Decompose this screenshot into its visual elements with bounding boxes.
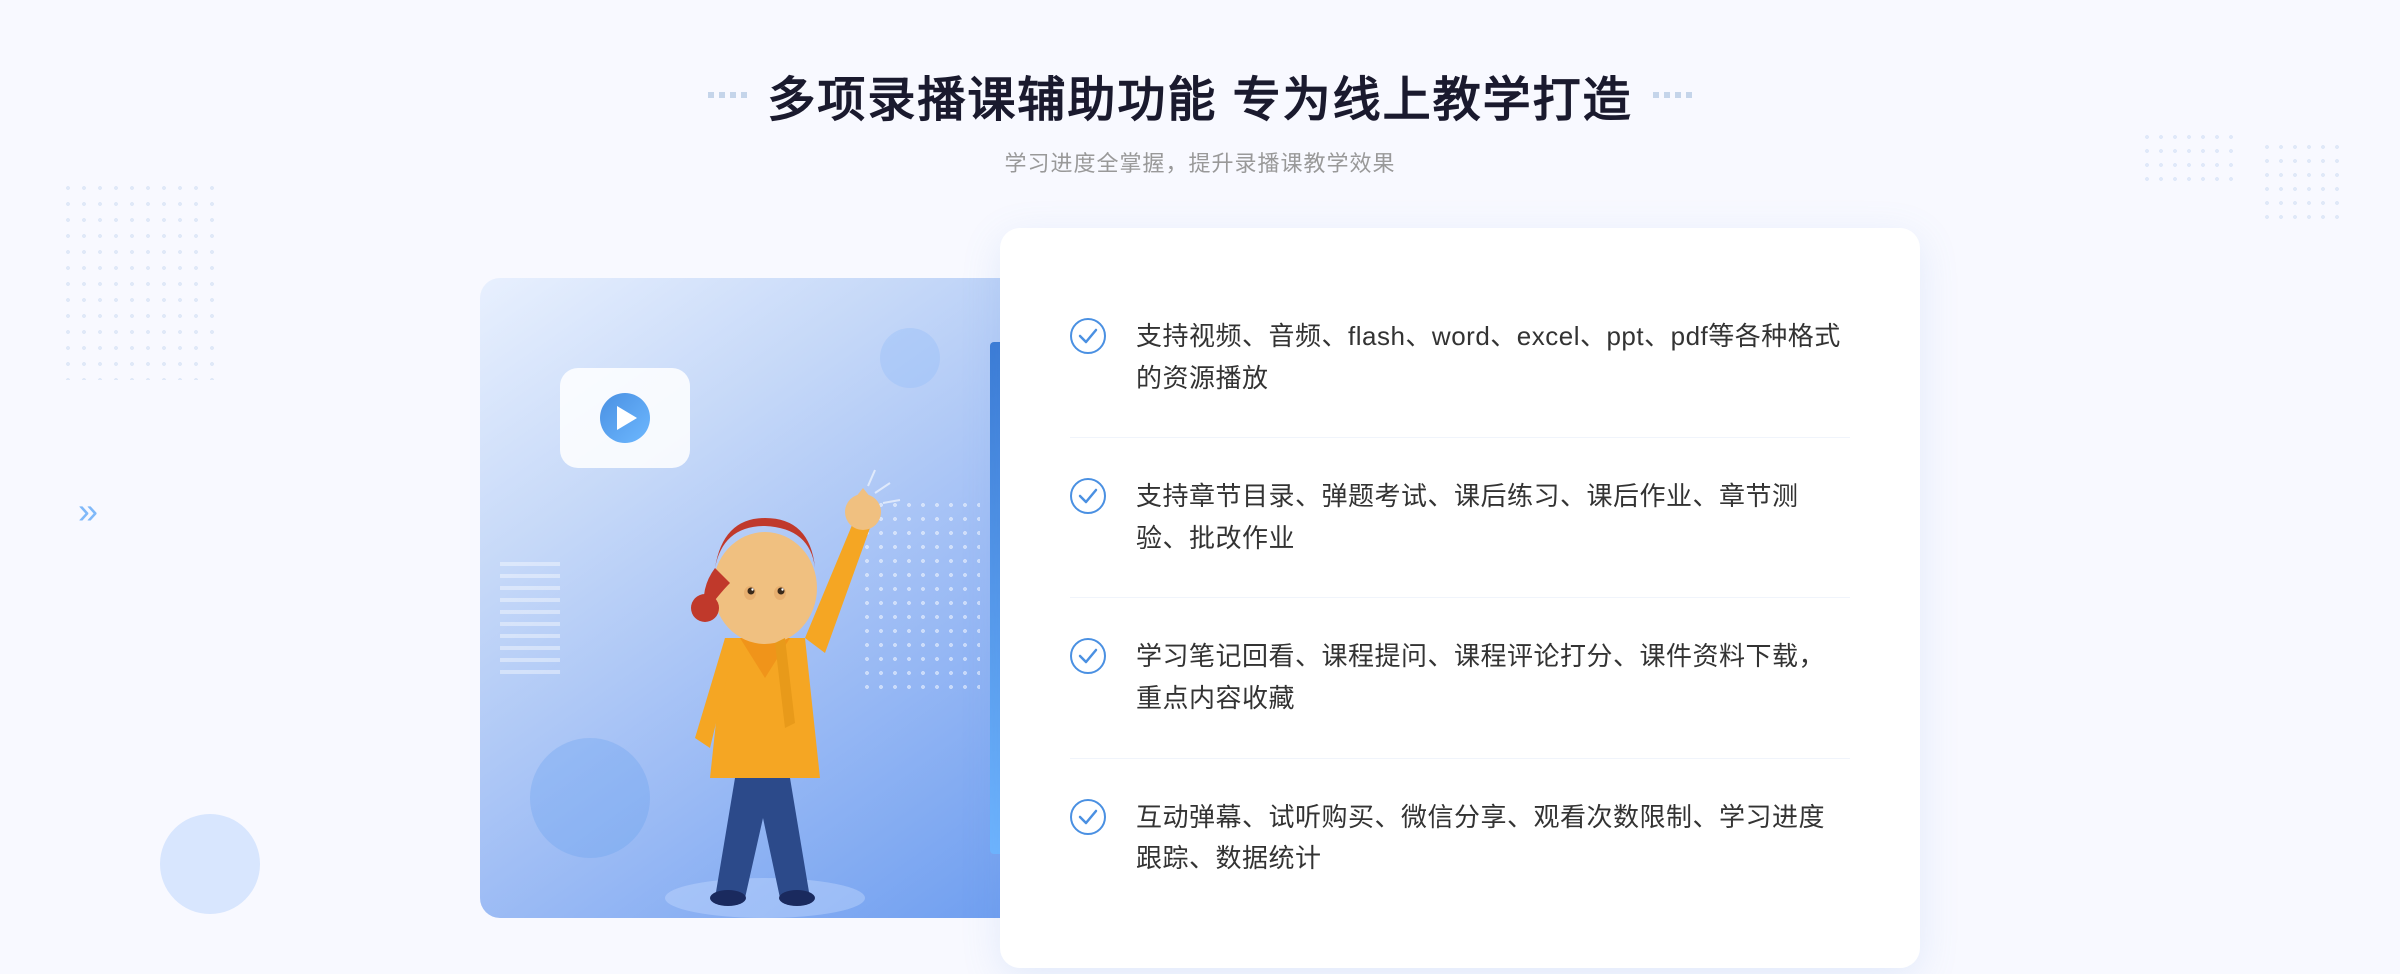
deco-blue-circle (160, 814, 260, 914)
page-container: » 多项录播课辅助功能 专为线上教学打造 学习进度全掌握，提升录播课教学效果 (0, 0, 2400, 974)
title-row: 多项录播课辅助功能 专为线上教学打造 (708, 60, 1691, 130)
check-icon-2 (1070, 478, 1106, 514)
content-panel: 支持视频、音频、flash、word、excel、ppt、pdf等各种格式的资源… (1000, 228, 1920, 968)
title-decoration-right (1653, 92, 1692, 98)
check-icon-1 (1070, 318, 1106, 354)
dots-decoration-left (60, 180, 220, 380)
title-decoration-left (708, 92, 747, 98)
arrow-decoration: » (78, 490, 98, 532)
check-icon-4 (1070, 799, 1106, 835)
feature-item: 支持章节目录、弹题考试、课后练习、课后作业、章节测验、批改作业 (1070, 438, 1850, 598)
feature-text-3: 学习笔记回看、课程提问、课程评论打分、课件资料下载，重点内容收藏 (1136, 636, 1850, 719)
deco-dots-top (2140, 130, 2240, 190)
play-icon (600, 393, 650, 443)
main-content: 支持视频、音频、flash、word、excel、ppt、pdf等各种格式的资源… (480, 228, 1920, 968)
feature-text-1: 支持视频、音频、flash、word、excel、ppt、pdf等各种格式的资源… (1136, 316, 1850, 399)
deco-circle-small (880, 328, 940, 388)
subtitle: 学习进度全掌握，提升录播课教学效果 (708, 146, 1691, 178)
card-stripes (500, 562, 560, 682)
feature-list: 支持视频、音频、flash、word、excel、ppt、pdf等各种格式的资源… (1070, 278, 1850, 918)
feature-item: 互动弹幕、试听购买、微信分享、观看次数限制、学习进度跟踪、数据统计 (1070, 759, 1850, 918)
check-icon-3 (1070, 638, 1106, 674)
illustration-card (480, 278, 1020, 918)
header-section: 多项录播课辅助功能 专为线上教学打造 学习进度全掌握，提升录播课教学效果 (708, 60, 1691, 178)
dots-decoration-right (2260, 140, 2340, 220)
feature-item: 支持视频、音频、flash、word、excel、ppt、pdf等各种格式的资源… (1070, 278, 1850, 438)
feature-text-2: 支持章节目录、弹题考试、课后练习、课后作业、章节测验、批改作业 (1136, 476, 1850, 559)
feature-item: 学习笔记回看、课程提问、课程评论打分、课件资料下载，重点内容收藏 (1070, 598, 1850, 758)
person-illustration (615, 438, 915, 918)
main-title: 多项录播课辅助功能 专为线上教学打造 (767, 60, 1632, 130)
feature-text-4: 互动弹幕、试听购买、微信分享、观看次数限制、学习进度跟踪、数据统计 (1136, 797, 1850, 880)
